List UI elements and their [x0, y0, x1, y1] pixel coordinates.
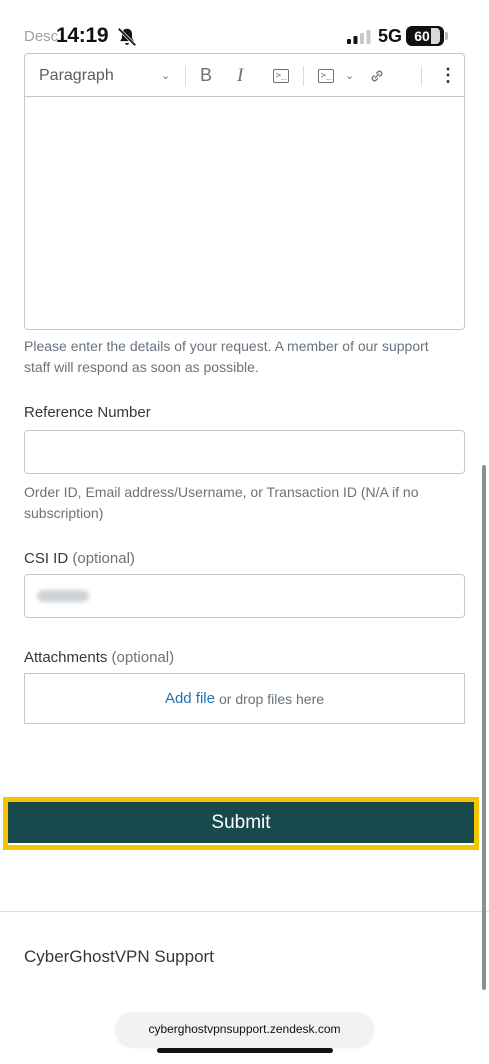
attachments-label: Attachments (optional)	[24, 649, 174, 666]
editor-toolbar: Paragraph ⌄ B I >_ >_ ⌄ ⋮	[25, 54, 464, 97]
page-scrollbar[interactable]	[482, 465, 486, 990]
footer-divider	[0, 911, 489, 912]
add-file-link[interactable]: Add file	[165, 690, 215, 707]
footer-brand-name[interactable]: CyberGhostVPN Support	[24, 947, 214, 967]
status-bar: Desc 14:19 5G 60	[0, 0, 489, 52]
csi-id-label: CSI ID (optional)	[24, 550, 135, 567]
code-block-icon[interactable]: >_	[318, 69, 334, 83]
attachments-dropzone[interactable]: Add file or drop files here	[24, 673, 465, 724]
network-type: 5G	[378, 26, 403, 46]
toolbar-divider	[303, 66, 304, 86]
status-time: 14:19	[56, 24, 109, 47]
description-editor: Paragraph ⌄ B I >_ >_ ⌄ ⋮	[24, 53, 465, 330]
battery-tip	[445, 32, 448, 40]
redacted-value	[37, 590, 89, 602]
url-bar[interactable]: cyberghostvpnsupport.zendesk.com	[116, 1012, 373, 1046]
csi-id-label-text: CSI ID	[24, 550, 69, 567]
italic-button[interactable]: I	[237, 54, 243, 97]
toolbar-divider	[185, 66, 186, 86]
cellular-signal-icon	[347, 30, 371, 44]
block-style-select[interactable]: Paragraph	[39, 54, 114, 97]
chevron-down-icon[interactable]: ⌄	[161, 54, 170, 97]
home-indicator[interactable]	[157, 1048, 333, 1053]
chevron-down-icon[interactable]: ⌄	[345, 54, 354, 97]
editor-text-area[interactable]	[25, 97, 464, 329]
reference-number-label: Reference Number	[24, 404, 151, 421]
more-options-icon[interactable]: ⋮	[439, 54, 457, 97]
optional-text: (optional)	[111, 649, 175, 666]
bell-slash-icon	[117, 27, 137, 47]
description-label-partial: Desc	[24, 28, 59, 45]
reference-number-input[interactable]	[24, 430, 465, 474]
bold-button[interactable]: B	[200, 54, 212, 97]
submit-button[interactable]: Submit	[8, 802, 474, 843]
optional-text: (optional)	[72, 550, 135, 567]
inline-code-icon[interactable]: >_	[273, 69, 289, 83]
attachments-label-text: Attachments	[24, 649, 108, 666]
battery-icon: 60	[406, 26, 444, 46]
drop-files-text: or drop files here	[218, 690, 325, 707]
toolbar-divider	[421, 66, 422, 86]
link-icon[interactable]	[368, 67, 386, 85]
description-help-text: Please enter the details of your request…	[24, 338, 429, 375]
csi-id-input[interactable]	[24, 574, 465, 618]
reference-number-help-text: Order ID, Email address/Username, or Tra…	[24, 484, 419, 521]
